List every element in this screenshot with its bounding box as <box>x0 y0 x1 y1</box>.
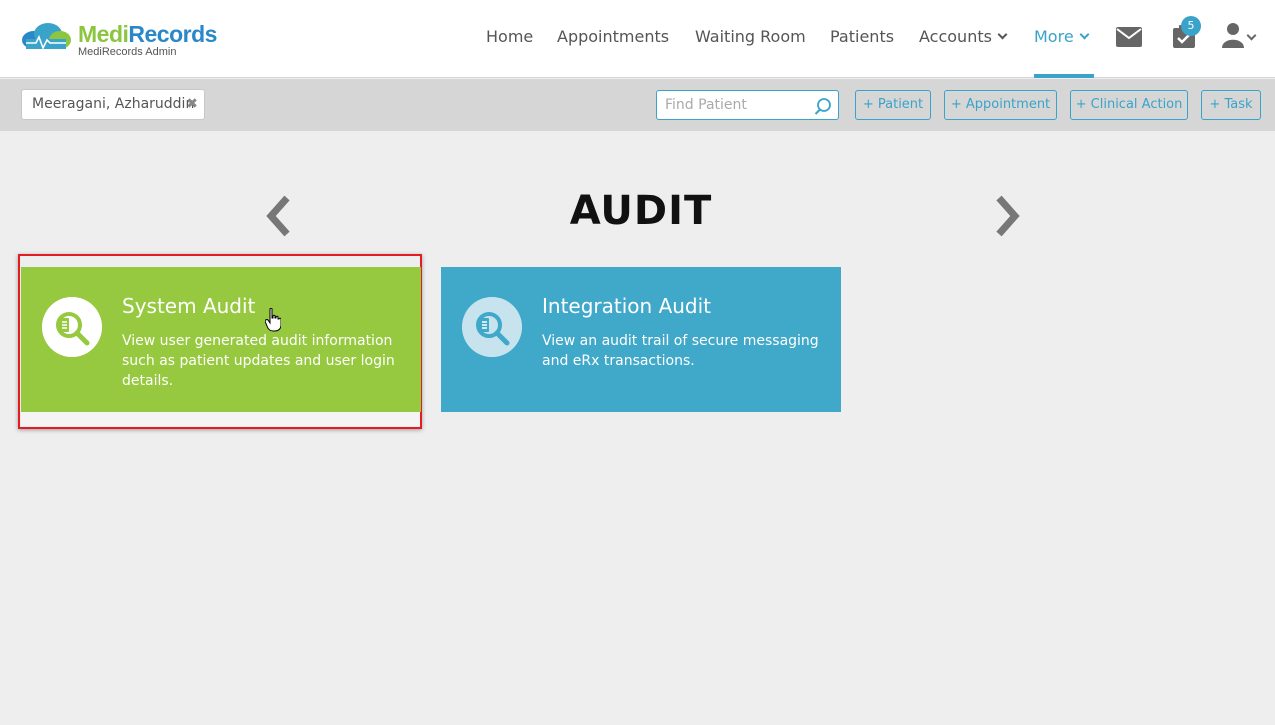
selected-patient-tag[interactable]: Meeragani, Azharuddin ✖ <box>21 89 205 120</box>
search-icon[interactable] <box>814 97 832 115</box>
nav-more[interactable]: More <box>1034 27 1090 46</box>
add-appointment-button[interactable]: + Appointment <box>944 90 1057 120</box>
audit-search-icon <box>42 297 102 357</box>
selected-patient-name: Meeragani, Azharuddin <box>32 96 195 112</box>
nav-home[interactable]: Home <box>486 27 533 46</box>
cloud-logo-icon <box>22 23 71 50</box>
chevron-right-icon[interactable] <box>993 194 1023 238</box>
nav-accounts-label: Accounts <box>919 27 992 46</box>
page-title: AUDIT <box>569 188 713 234</box>
mail-icon[interactable] <box>1116 27 1142 47</box>
user-icon <box>1222 23 1244 48</box>
audit-search-icon <box>462 297 522 357</box>
find-patient-input[interactable] <box>657 91 807 119</box>
chevron-down-icon <box>997 29 1008 40</box>
integration-audit-card[interactable]: Integration Audit View an audit trail of… <box>441 267 841 412</box>
chevron-down-icon <box>1246 30 1257 41</box>
patient-toolbar: Meeragani, Azharuddin ✖ + Patient + Appo… <box>0 79 1275 131</box>
card-description: View an audit trail of secure messaging … <box>542 333 819 369</box>
task-count-badge: 5 <box>1181 16 1201 36</box>
system-audit-card[interactable]: System Audit View user generated audit i… <box>21 267 421 412</box>
close-icon[interactable]: ✖ <box>186 90 198 119</box>
card-title: Integration Audit <box>542 294 712 318</box>
nav-appointments[interactable]: Appointments <box>557 27 669 46</box>
add-clinical-action-button[interactable]: + Clinical Action <box>1070 90 1188 120</box>
top-navbar: MediRecords MediRecords Admin Home Appoi… <box>0 0 1275 78</box>
find-patient-field[interactable] <box>656 90 839 120</box>
medirecords-logo[interactable]: MediRecords MediRecords Admin <box>20 18 230 62</box>
user-menu[interactable] <box>1222 22 1262 50</box>
nav-waiting-room[interactable]: Waiting Room <box>695 27 806 46</box>
card-description: View user generated audit information su… <box>122 333 395 389</box>
active-nav-indicator <box>1034 74 1094 78</box>
nav-accounts[interactable]: Accounts <box>919 27 1008 46</box>
hand-cursor-icon <box>265 308 281 332</box>
brand-subtitle: MediRecords Admin <box>78 46 177 58</box>
add-task-button[interactable]: + Task <box>1201 90 1261 120</box>
add-patient-button[interactable]: + Patient <box>855 90 931 120</box>
nav-patients[interactable]: Patients <box>830 27 894 46</box>
chevron-down-icon <box>1079 29 1090 40</box>
brand-name: MediRecords <box>78 21 217 47</box>
card-title: System Audit <box>122 294 256 318</box>
nav-more-label: More <box>1034 27 1074 46</box>
